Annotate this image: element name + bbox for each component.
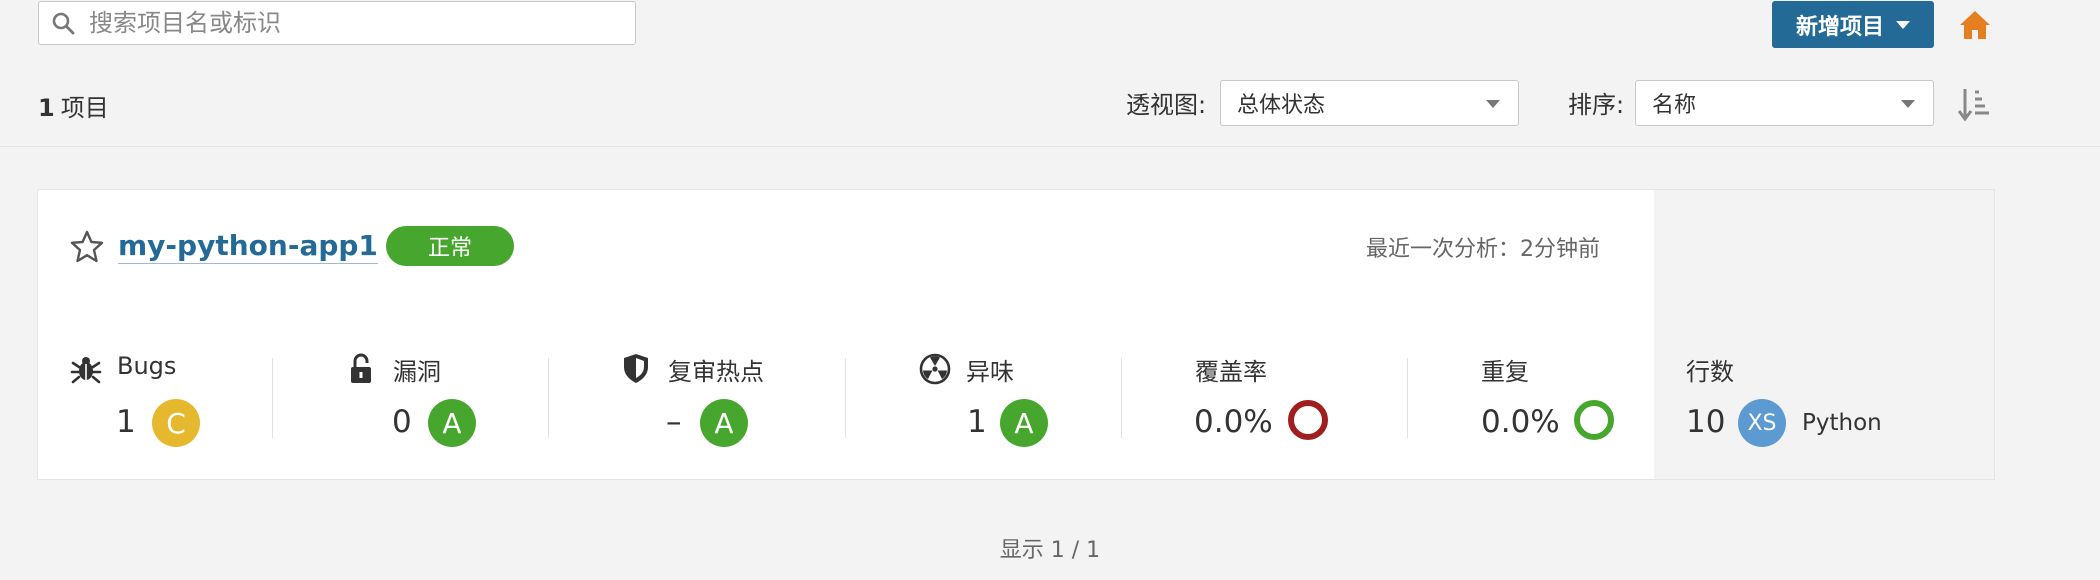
metric-divider	[1121, 358, 1122, 438]
vulnerabilities-rating-badge[interactable]: A	[428, 399, 476, 447]
chevron-down-icon	[1486, 100, 1500, 108]
code-smells-value[interactable]: 1	[967, 404, 987, 440]
new-project-button[interactable]: 新增项目	[1772, 1, 1934, 48]
hotspots-rating-badge[interactable]: A	[700, 399, 748, 447]
code-smells-rating-badge[interactable]: A	[1000, 399, 1048, 447]
duplications-ring-icon	[1574, 400, 1614, 440]
metric-divider	[272, 358, 273, 438]
header-divider	[0, 146, 2100, 147]
perspective-label: 透视图:	[1126, 91, 1207, 119]
metric-divider	[548, 358, 549, 438]
bug-icon	[70, 357, 102, 384]
star-icon[interactable]	[70, 230, 104, 264]
vulnerabilities-value[interactable]: 0	[392, 404, 412, 440]
hotspots-title: 复审热点	[668, 358, 764, 386]
size-rating-badge: XS	[1738, 399, 1786, 447]
new-project-label: 新增项目	[1795, 14, 1884, 40]
duplications-value[interactable]: 0.0%	[1481, 404, 1560, 440]
sort-label: 排序:	[1568, 91, 1625, 119]
chevron-down-icon	[1901, 100, 1915, 108]
pagination-text: 显示 1 / 1	[999, 538, 1101, 563]
project-name-link[interactable]: my-python-app1	[118, 229, 378, 264]
search-box[interactable]	[38, 1, 636, 45]
chevron-down-icon	[1896, 20, 1910, 29]
last-analysis-text: 最近一次分析：2分钟前	[1366, 237, 1600, 262]
project-count: 1 项目	[38, 88, 109, 123]
search-input[interactable]	[87, 8, 611, 38]
unlock-icon	[351, 353, 371, 383]
project-count-value: 1	[38, 94, 55, 122]
code-smells-title: 异味	[966, 358, 1014, 386]
hotspots-value[interactable]: –	[666, 404, 682, 440]
bugs-rating-badge[interactable]: C	[152, 399, 200, 447]
coverage-value[interactable]: 0.0%	[1194, 404, 1273, 440]
sort-select[interactable]: 名称	[1635, 80, 1934, 126]
lines-title: 行数	[1686, 358, 1734, 386]
coverage-ring-icon	[1288, 400, 1328, 440]
bugs-value[interactable]: 1	[116, 404, 136, 440]
metric-divider	[1407, 358, 1408, 438]
perspective-value: 总体状态	[1237, 93, 1326, 118]
metric-divider	[845, 358, 846, 438]
home-icon[interactable]	[1958, 8, 1992, 42]
bugs-title: Bugs	[117, 352, 177, 380]
vulnerabilities-title: 漏洞	[393, 358, 441, 386]
sort-order-icon[interactable]	[1958, 86, 1992, 122]
radiation-icon	[919, 353, 951, 385]
lines-value: 10	[1686, 404, 1726, 440]
language-label: Python	[1802, 410, 1882, 436]
perspective-select[interactable]: 总体状态	[1220, 80, 1519, 126]
coverage-title: 覆盖率	[1195, 358, 1267, 386]
project-count-unit: 项目	[60, 94, 109, 122]
sort-value: 名称	[1652, 93, 1697, 118]
search-icon	[52, 12, 75, 35]
shield-icon	[624, 354, 648, 383]
duplications-title: 重复	[1481, 358, 1529, 386]
quality-gate-status-badge: 正常	[386, 226, 514, 266]
